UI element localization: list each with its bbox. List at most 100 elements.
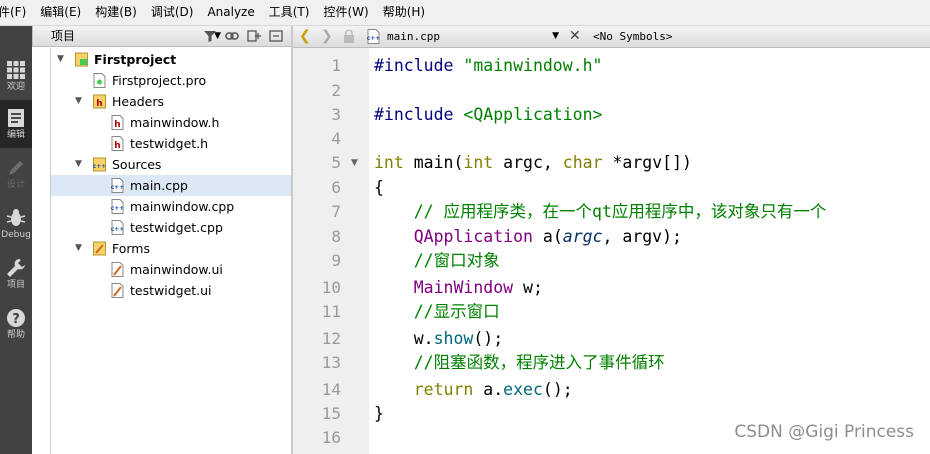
tree-item-label: Sources (112, 157, 162, 172)
cpp-file-icon: c++ (111, 178, 124, 193)
code-token: main( (403, 153, 464, 172)
line-number: 9 (331, 251, 341, 270)
split-icon[interactable] (247, 29, 261, 43)
line-number: 11 (321, 302, 341, 321)
code-token: argc, (493, 153, 563, 172)
line-number: 4 (331, 129, 341, 148)
chevron-down-icon: ▼ (552, 31, 559, 41)
code-token: a( (532, 227, 563, 246)
tree-item-testwidget-ui[interactable]: testwidget.ui (51, 280, 291, 301)
code-line: MainWindow w; (374, 276, 543, 300)
svg-text:c++: c++ (367, 35, 380, 42)
mode-welcome[interactable]: 欢迎 (0, 52, 32, 100)
pencil-icon (9, 161, 23, 175)
tree-item-main-cpp[interactable]: c++ main.cpp (51, 175, 291, 196)
line-number: 3 (331, 105, 341, 124)
mode-label: 欢迎 (6, 82, 25, 92)
menu-edit[interactable]: 编辑(E) (33, 0, 88, 25)
filter-icon[interactable] (203, 29, 217, 43)
code-editor[interactable]: #include "mainwindow.h" #include <QAppli… (369, 48, 930, 454)
close-panel-icon[interactable] (269, 29, 283, 43)
lock-icon[interactable] (343, 30, 355, 43)
code-token: , argv); (602, 227, 682, 246)
watermark: CSDN @Gigi Princess (734, 422, 914, 442)
mode-projects[interactable]: 项目 (0, 250, 32, 298)
menu-help[interactable]: 帮助(H) (376, 0, 432, 25)
tree-item-mainwindow-cpp[interactable]: c++ mainwindow.cpp (51, 196, 291, 217)
tree-item-testwidget-h[interactable]: h testwidget.h (51, 133, 291, 154)
svg-text:?: ? (12, 312, 20, 327)
project-view-label: 项目 (51, 29, 76, 43)
line-number: 15 (321, 404, 341, 423)
line-number: 12 (321, 329, 341, 348)
mode-debug[interactable]: Debug (0, 200, 32, 248)
symbols-selector[interactable]: <No Symbols> (593, 26, 672, 47)
help-icon: ? (7, 309, 25, 327)
mode-label: 编辑 (6, 130, 25, 140)
code-token: return (374, 380, 474, 399)
code-token: w; (513, 278, 543, 297)
expand-arrow-icon[interactable]: ▼ (75, 154, 82, 175)
tree-item-pro-file[interactable]: Firstproject.pro (51, 70, 291, 91)
tree-item-testwidget-cpp[interactable]: c++ testwidget.cpp (51, 217, 291, 238)
menu-controls[interactable]: 控件(W) (316, 0, 375, 25)
tree-item-label: Forms (112, 241, 151, 256)
menu-file[interactable]: 件(F) (0, 0, 33, 25)
expand-arrow-icon[interactable]: ▼ (75, 91, 82, 112)
code-line: return a.exec(); (374, 378, 573, 402)
pro-file-icon (93, 73, 106, 88)
header-file-icon: h (111, 136, 124, 151)
code-token: exec (503, 380, 543, 399)
mode-label: 帮助 (6, 330, 25, 340)
line-number: 2 (331, 81, 341, 100)
wrench-icon (7, 259, 25, 277)
qt-project-icon (75, 52, 88, 67)
mode-edit[interactable]: 编辑 (0, 100, 32, 148)
line-number: 14 (321, 380, 341, 399)
project-view-selector[interactable]: 项目 ▼ (51, 26, 221, 46)
menu-debug[interactable]: 调试(D) (144, 0, 201, 25)
code-token: QApplication (374, 227, 533, 246)
file-selector[interactable]: c++ main.cpp ▼ (363, 27, 563, 46)
tree-item-firstproject[interactable]: ▼ Firstproject (51, 49, 291, 70)
expand-arrow-icon[interactable]: ▼ (57, 49, 64, 70)
code-line: #include "mainwindow.h" (374, 54, 602, 78)
grid-icon (7, 61, 25, 79)
svg-text:h: h (96, 99, 102, 109)
tree-item-headers[interactable]: ▼ h Headers (51, 91, 291, 112)
expand-arrow-icon[interactable]: ▼ (75, 238, 82, 259)
tree-item-label: mainwindow.h (130, 115, 220, 130)
current-file-name: main.cpp (387, 30, 440, 43)
forward-arrow-icon[interactable]: ❯ (321, 28, 333, 44)
back-arrow-icon[interactable]: ❮ (299, 28, 311, 44)
svg-text:h: h (114, 141, 120, 151)
bug-icon (6, 209, 26, 226)
code-token: (); (542, 380, 573, 399)
line-number: 1 (331, 56, 341, 75)
forms-folder-icon (93, 241, 106, 256)
menu-bar: 件(F) 编辑(E) 构建(B) 调试(D) Analyze 工具(T) 控件(… (0, 0, 930, 26)
menu-analyze[interactable]: Analyze (200, 0, 261, 25)
menu-build[interactable]: 构建(B) (88, 0, 144, 25)
code-token: char (562, 153, 603, 172)
mode-help[interactable]: ? 帮助 (0, 300, 32, 348)
code-line: //显示窗口 (374, 302, 500, 321)
mode-label: Debug (1, 230, 31, 240)
cpp-file-icon: c++ (111, 220, 124, 235)
tree-item-forms[interactable]: ▼ Forms (51, 238, 291, 259)
ui-file-icon (111, 262, 124, 277)
tree-item-mainwindow-h[interactable]: h mainwindow.h (51, 112, 291, 133)
tree-item-mainwindow-ui[interactable]: mainwindow.ui (51, 259, 291, 280)
tree-item-label: mainwindow.ui (130, 262, 223, 277)
tree-item-sources[interactable]: ▼ c++ Sources (51, 154, 291, 175)
code-line: { (374, 178, 384, 197)
close-icon[interactable]: ✕ (569, 27, 581, 46)
editor-toolbar: ❮ ❯ c++ main.cpp ▼ ✕ <No Symbols> (293, 26, 930, 48)
mode-design[interactable]: 设计 (0, 150, 32, 198)
link-icon[interactable] (225, 29, 239, 43)
fold-arrow-icon[interactable]: ▼ (351, 151, 358, 175)
code-line: //阻塞函数，程序进入了事件循环 (374, 353, 665, 372)
code-token: argc (562, 227, 603, 246)
svg-text:h: h (114, 120, 120, 130)
menu-tools[interactable]: 工具(T) (262, 0, 317, 25)
